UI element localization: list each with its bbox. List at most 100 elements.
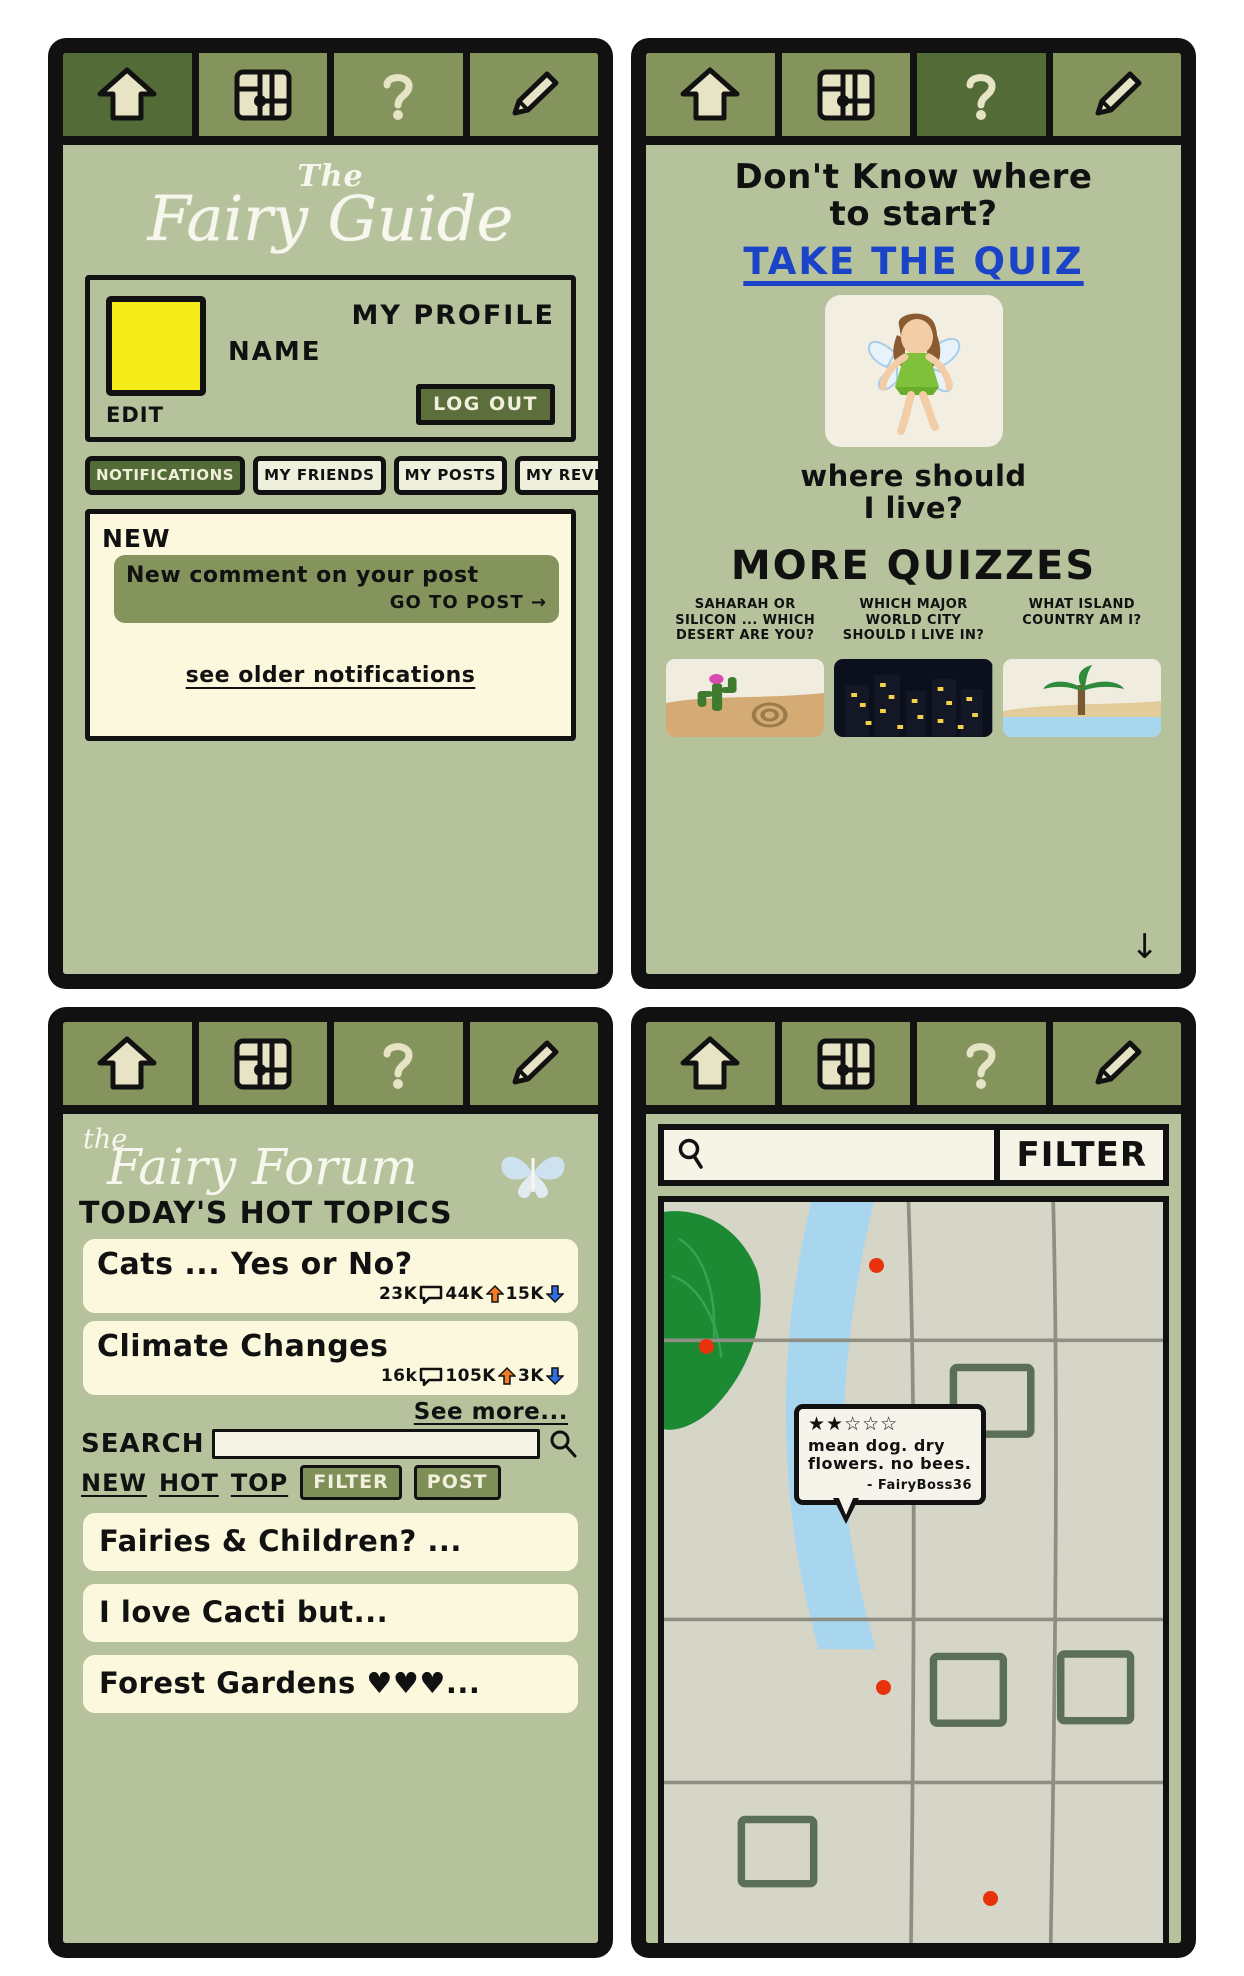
screen-guide: The Fairy Guide EDIT MY PROFILE NAME LOG… — [63, 145, 598, 974]
notifications-panel: NEW New comment on your post GO TO POST … — [85, 508, 576, 741]
quiz-headline-line1: Don't Know where — [734, 157, 1093, 197]
nav-help-button[interactable] — [917, 1022, 1053, 1105]
phone-panel-quiz: Don't Know where to start? TAKE THE QUIZ — [633, 40, 1194, 987]
nav-layout-button[interactable] — [198, 53, 334, 136]
thread-row[interactable]: Fairies & Children? ... — [83, 1513, 578, 1571]
hot-topic-row[interactable]: Climate Changes 16k 105K 3K — [83, 1321, 578, 1395]
review-stars: ★★☆☆☆ — [808, 1413, 899, 1435]
fairy-illustration[interactable] — [824, 295, 1003, 448]
review-popup[interactable]: ★★☆☆☆ mean dog. dry flowers. no bees. - … — [794, 1404, 986, 1524]
nav-home-button[interactable] — [646, 53, 782, 136]
search-label: SEARCH — [81, 1429, 205, 1459]
map-marker[interactable] — [876, 1679, 892, 1695]
upvote-count: 105K — [445, 1366, 496, 1386]
popup-tail — [833, 1495, 859, 1524]
map-canvas[interactable]: ★★☆☆☆ mean dog. dry flowers. no bees. - … — [658, 1196, 1169, 1943]
question-mark-icon — [966, 1042, 996, 1089]
nav-layout-button[interactable] — [781, 53, 917, 136]
featured-quiz-line1[interactable]: where should — [646, 461, 1181, 493]
quiz-card-thumb-desert — [666, 659, 825, 738]
tab-my-posts[interactable]: MY POSTS — [393, 455, 507, 495]
forum-search-row: SEARCH — [81, 1429, 578, 1459]
logout-button[interactable]: LOG OUT — [416, 383, 555, 425]
nav-home-button[interactable] — [63, 1022, 199, 1105]
tab-notifications[interactable]: NOTIFICATIONS — [85, 455, 246, 495]
scroll-down-arrow-icon[interactable]: ↓ — [1131, 930, 1160, 964]
comment-bubble-icon — [420, 1367, 443, 1386]
tab-my-reviews[interactable]: MY REVIEWS — [514, 455, 598, 495]
quiz-card-desert[interactable]: SAHARAH OR SILICON ... WHICH DESERT ARE … — [666, 597, 825, 738]
avatar[interactable] — [106, 295, 206, 396]
nav-compose-button[interactable] — [469, 1022, 598, 1105]
review-author: - FairyBoss36 — [866, 1477, 972, 1493]
screen-forum: the Fairy Forum TODAY'S HOT TOPICS Cats … — [63, 1114, 598, 1943]
more-quizzes-title: MORE QUIZZES — [730, 543, 1097, 590]
map-marker[interactable] — [868, 1257, 884, 1273]
island-thumb-icon — [1002, 659, 1161, 738]
phone-panel-map: FILTER ★★☆☆☆ mean dog. dry flowers. no b… — [633, 1009, 1194, 1956]
sort-top-link[interactable]: TOP — [231, 1469, 288, 1497]
quiz-card-thumb-city — [834, 659, 993, 738]
upvote-count: 44K — [445, 1284, 484, 1304]
nav-home-button[interactable] — [63, 53, 199, 136]
nav-help-button[interactable] — [334, 1022, 470, 1105]
go-to-post-link[interactable]: GO TO POST → — [126, 592, 547, 613]
sort-hot-link[interactable]: HOT — [159, 1469, 219, 1497]
nav-compose-button[interactable] — [469, 53, 598, 136]
nav-layout-button[interactable] — [198, 1022, 334, 1105]
fairy-icon — [867, 314, 960, 436]
filter-button[interactable]: FILTER — [300, 1465, 402, 1500]
see-older-notifications-link[interactable]: see older notifications — [90, 663, 571, 688]
hot-topic-title: Climate Changes — [97, 1329, 389, 1364]
hot-topic-row[interactable]: Cats ... Yes or No? 23K 44K 15K — [83, 1239, 578, 1313]
up-arrow-icon — [680, 67, 740, 120]
layout-grid-icon — [234, 1038, 292, 1089]
navbar-quiz — [646, 53, 1181, 145]
nav-compose-button[interactable] — [1052, 53, 1181, 136]
nav-home-button[interactable] — [646, 1022, 782, 1105]
hot-topic-stats: 23K 44K 15K — [97, 1284, 564, 1304]
quiz-card-label: WHAT ISLAND COUNTRY AM I? — [1022, 597, 1142, 628]
see-more-link[interactable]: See more... — [63, 1399, 568, 1425]
map-filter-button[interactable]: FILTER — [994, 1130, 1163, 1180]
review-text: mean dog. dry flowers. no bees. — [808, 1435, 972, 1474]
quiz-card-city[interactable]: WHICH MAJOR WORLD CITY SHOULD I LIVE IN? — [834, 597, 993, 738]
tab-my-friends[interactable]: MY FRIENDS — [253, 455, 386, 495]
question-mark-icon — [383, 73, 413, 120]
map-marker[interactable] — [698, 1339, 714, 1355]
featured-quiz-line2[interactable]: I live? — [646, 492, 1181, 525]
comment-bubble-icon — [420, 1285, 443, 1304]
navbar-guide — [63, 53, 598, 145]
notification-item[interactable]: New comment on your post GO TO POST → — [114, 554, 559, 623]
layout-grid-icon — [817, 69, 875, 120]
quiz-card-label: SAHARAH OR SILICON ... WHICH DESERT ARE … — [675, 597, 816, 643]
nav-layout-button[interactable] — [781, 1022, 917, 1105]
profile-title: MY PROFILE — [351, 299, 555, 331]
search-input[interactable] — [212, 1429, 540, 1459]
sort-new-link[interactable]: NEW — [81, 1469, 147, 1497]
post-button[interactable]: POST — [413, 1465, 501, 1500]
comment-count: 16k — [380, 1366, 418, 1386]
search-icon — [550, 1430, 577, 1458]
map-search-bar: FILTER — [658, 1124, 1169, 1186]
search-icon — [678, 1138, 703, 1169]
thread-row[interactable]: Forest Gardens ♥♥♥... — [83, 1655, 578, 1713]
nav-help-button[interactable] — [334, 53, 470, 136]
layout-grid-icon — [234, 69, 292, 120]
comment-count: 23K — [378, 1284, 418, 1304]
nav-help-button[interactable] — [917, 53, 1053, 136]
map-search-input[interactable] — [664, 1130, 994, 1180]
mockup-grid: The Fairy Guide EDIT MY PROFILE NAME LOG… — [0, 0, 1244, 1976]
thread-row[interactable]: I love Cacti but... — [83, 1584, 578, 1642]
downvote-arrow-icon — [546, 1367, 564, 1386]
edit-avatar-label[interactable]: EDIT — [106, 403, 214, 427]
navbar-forum — [63, 1022, 598, 1114]
map-graphic — [664, 1202, 1163, 1943]
nav-compose-button[interactable] — [1052, 1022, 1181, 1105]
question-mark-icon — [383, 1042, 413, 1089]
city-thumb-icon — [834, 659, 993, 738]
take-the-quiz-link[interactable]: TAKE THE QUIZ — [646, 240, 1181, 283]
quiz-card-island[interactable]: WHAT ISLAND COUNTRY AM I? — [1002, 597, 1161, 738]
quiz-card-thumb-island — [1002, 659, 1161, 738]
pencil-icon — [1095, 71, 1142, 115]
